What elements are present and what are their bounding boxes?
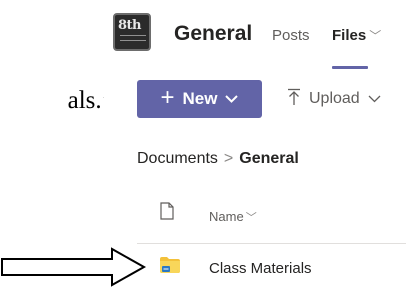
tab-files-label: Files: [332, 27, 367, 44]
document-text-fragment: als.’: [67, 87, 110, 114]
files-toolbar: + New Upload: [104, 76, 406, 122]
list-header: Name ﹀: [137, 198, 406, 238]
team-logo-text: 8th: [118, 18, 142, 33]
upload-icon: [287, 88, 301, 111]
breadcrumb-root[interactable]: Documents: [137, 150, 218, 167]
breadcrumb: Documents > General: [137, 150, 299, 168]
channel-title: General: [174, 22, 253, 45]
name-column-label: Name: [209, 209, 244, 224]
file-type-icon[interactable]: [160, 202, 174, 225]
tab-posts[interactable]: Posts: [272, 27, 310, 44]
chevron-down-icon: ﹀: [245, 212, 257, 224]
new-button-label: New: [182, 89, 218, 108]
upload-button-label: Upload: [309, 90, 360, 107]
breadcrumb-separator: >: [223, 150, 234, 167]
list-item[interactable]: Class Materials: [137, 244, 406, 290]
active-tab-indicator: [332, 66, 368, 69]
breadcrumb-current: General: [239, 150, 299, 167]
team-logo-decoration: [120, 35, 146, 41]
folder-icon: [160, 257, 180, 278]
chevron-down-icon: ﹀: [369, 29, 382, 43]
upload-button[interactable]: Upload: [287, 80, 406, 118]
new-button[interactable]: + New: [137, 80, 262, 118]
plus-icon: +: [160, 84, 175, 111]
channel-header: 8th General Posts Files ﹀: [104, 0, 406, 70]
name-column-header[interactable]: Name ﹀: [209, 209, 257, 225]
chevron-down-icon: [225, 95, 239, 103]
file-name: Class Materials: [209, 260, 312, 277]
arrow-icon: [0, 246, 150, 292]
chevron-down-icon: [368, 90, 381, 108]
tab-files[interactable]: Files ﹀: [332, 27, 381, 44]
team-avatar[interactable]: 8th: [113, 13, 151, 51]
